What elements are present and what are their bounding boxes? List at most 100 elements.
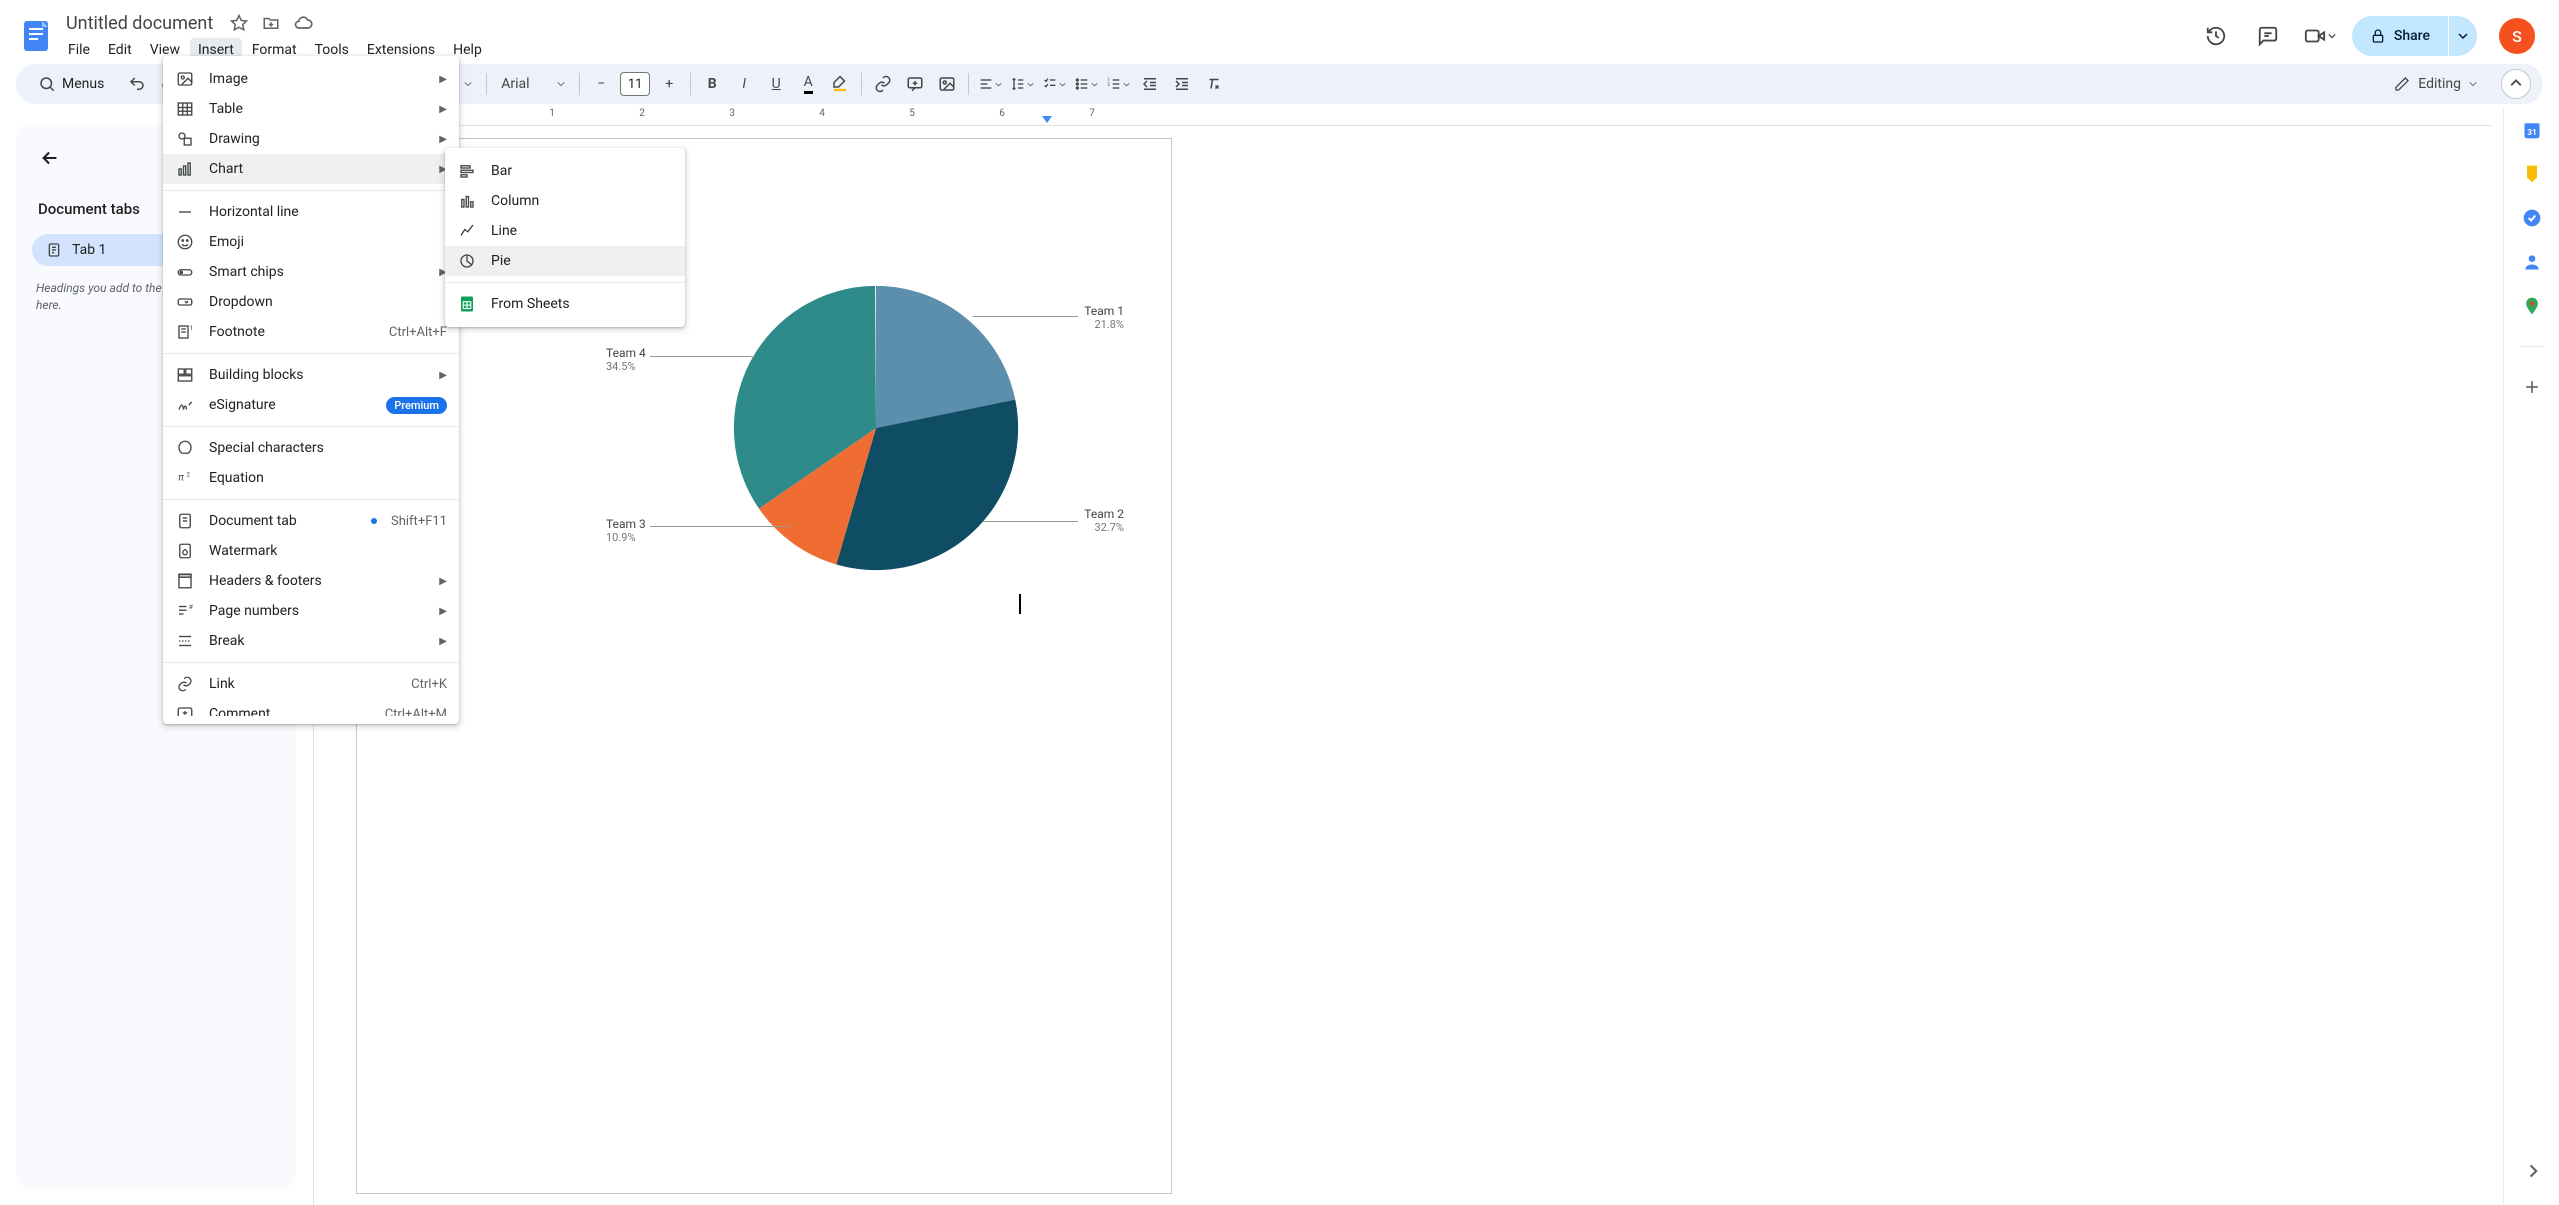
submenu-arrow-icon: ▶ bbox=[439, 74, 447, 85]
comment-icon bbox=[175, 704, 195, 716]
decrease-fontsize-icon[interactable]: − bbox=[586, 69, 616, 99]
insert-item-page-numbers[interactable]: #Page numbers▶ bbox=[163, 596, 459, 626]
insert-item-smart-chips[interactable]: Smart chips▶ bbox=[163, 257, 459, 287]
font-selector[interactable]: Arial bbox=[493, 76, 573, 92]
toolbar-search-label: Menus bbox=[62, 76, 104, 92]
italic-icon[interactable]: I bbox=[729, 69, 759, 99]
insert-item-break[interactable]: Break▶ bbox=[163, 626, 459, 656]
increase-fontsize-icon[interactable]: + bbox=[654, 69, 684, 99]
insert-image-icon[interactable] bbox=[932, 69, 962, 99]
insert-item-document-tab[interactable]: Document tabShift+F11 bbox=[163, 506, 459, 536]
calendar-icon[interactable]: 31 bbox=[2522, 120, 2542, 140]
meet-icon[interactable] bbox=[2300, 16, 2340, 56]
insert-item-watermark[interactable]: Watermark bbox=[163, 536, 459, 566]
insert-item-emoji[interactable]: Emoji bbox=[163, 227, 459, 257]
clear-format-icon[interactable] bbox=[1199, 69, 1229, 99]
bar-icon bbox=[457, 161, 477, 181]
numbered-list-icon[interactable]: 12 bbox=[1103, 69, 1133, 99]
bold-icon[interactable]: B bbox=[697, 69, 727, 99]
insert-item-drawing[interactable]: Drawing▶ bbox=[163, 124, 459, 154]
pie-icon bbox=[457, 251, 477, 271]
move-icon[interactable] bbox=[259, 11, 283, 35]
esig-icon bbox=[175, 395, 195, 415]
align-icon[interactable] bbox=[975, 69, 1005, 99]
pagenum-icon: # bbox=[175, 601, 195, 621]
checklist-icon[interactable] bbox=[1039, 69, 1069, 99]
tasks-icon[interactable] bbox=[2522, 208, 2542, 228]
back-icon[interactable] bbox=[32, 140, 68, 176]
chart-item-pie[interactable]: Pie bbox=[445, 246, 685, 276]
editing-mode-button[interactable]: Editing bbox=[2380, 69, 2491, 99]
insert-item-footnote[interactable]: 1FootnoteCtrl+Alt+F bbox=[163, 317, 459, 347]
keep-icon[interactable] bbox=[2522, 164, 2542, 184]
chips-icon bbox=[175, 262, 195, 282]
insert-item-dropdown[interactable]: Dropdown bbox=[163, 287, 459, 317]
line-spacing-icon[interactable] bbox=[1007, 69, 1037, 99]
share-caret[interactable] bbox=[2449, 16, 2477, 56]
chart-item-line[interactable]: Line bbox=[445, 216, 685, 246]
add-icon[interactable] bbox=[2522, 377, 2542, 397]
collapse-toolbar-icon[interactable] bbox=[2501, 69, 2531, 99]
insert-item-chart[interactable]: Chart▶ bbox=[163, 154, 459, 184]
indent-decrease-icon[interactable] bbox=[1135, 69, 1165, 99]
pie-chart-icon bbox=[731, 283, 1021, 573]
insert-item-headers-footers[interactable]: Headers & footers▶ bbox=[163, 566, 459, 596]
pie-label-team4: Team 434.5% bbox=[606, 346, 646, 373]
insert-item-special-characters[interactable]: Special characters bbox=[163, 433, 459, 463]
fontsize-input[interactable]: 11 bbox=[620, 72, 650, 96]
star-icon[interactable] bbox=[227, 11, 251, 35]
horizontal-ruler[interactable]: 1 2 3 4 5 6 7 bbox=[320, 108, 2491, 126]
collapse-side-panel-icon[interactable] bbox=[2516, 1155, 2548, 1187]
special-icon bbox=[175, 438, 195, 458]
blocks-icon bbox=[175, 365, 195, 385]
indent-increase-icon[interactable] bbox=[1167, 69, 1197, 99]
insert-item-building-blocks[interactable]: Building blocks▶ bbox=[163, 360, 459, 390]
document-title[interactable]: Untitled document bbox=[60, 11, 219, 36]
chart-item-from-sheets[interactable]: From Sheets bbox=[445, 289, 685, 319]
submenu-arrow-icon: ▶ bbox=[439, 134, 447, 145]
insert-item-esignature[interactable]: eSignaturePremium bbox=[163, 390, 459, 420]
underline-icon[interactable]: U bbox=[761, 69, 791, 99]
account-avatar[interactable]: S bbox=[2499, 18, 2535, 54]
comments-icon[interactable] bbox=[2248, 16, 2288, 56]
highlight-icon[interactable] bbox=[825, 69, 855, 99]
image-icon bbox=[175, 69, 195, 89]
chart-item-bar[interactable]: Bar bbox=[445, 156, 685, 186]
insert-item-equation[interactable]: π2Equation bbox=[163, 463, 459, 493]
menu-file[interactable]: File bbox=[60, 38, 98, 62]
docs-logo[interactable] bbox=[16, 16, 56, 56]
menu-edit[interactable]: Edit bbox=[100, 38, 140, 62]
cloud-status-icon[interactable] bbox=[291, 11, 315, 35]
chart-preview: Team 121.8% Team 232.7% Team 310.9% Team… bbox=[586, 278, 1146, 608]
text-color-icon[interactable]: A bbox=[793, 69, 823, 99]
dropdown-icon bbox=[175, 292, 195, 312]
svg-text:2: 2 bbox=[187, 472, 191, 479]
maps-icon[interactable] bbox=[2522, 296, 2542, 316]
footnote-icon: 1 bbox=[175, 322, 195, 342]
break-icon bbox=[175, 631, 195, 651]
share-button[interactable]: Share bbox=[2352, 16, 2448, 56]
insert-item-table[interactable]: Table▶ bbox=[163, 94, 459, 124]
side-panel: 31 bbox=[2503, 108, 2559, 1205]
column-icon bbox=[457, 191, 477, 211]
new-indicator-dot bbox=[371, 518, 377, 524]
undo-icon[interactable] bbox=[122, 69, 152, 99]
submenu-arrow-icon: ▶ bbox=[439, 104, 447, 115]
contacts-icon[interactable] bbox=[2522, 252, 2542, 272]
emoji-icon bbox=[175, 232, 195, 252]
pie-label-team1: Team 121.8% bbox=[1084, 304, 1124, 331]
add-comment-icon[interactable] bbox=[900, 69, 930, 99]
equation-icon: π2 bbox=[175, 468, 195, 488]
svg-text:#: # bbox=[189, 603, 194, 611]
insert-link-icon[interactable] bbox=[868, 69, 898, 99]
insert-item-image[interactable]: Image▶ bbox=[163, 64, 459, 94]
bulleted-list-icon[interactable] bbox=[1071, 69, 1101, 99]
svg-text:31: 31 bbox=[2527, 128, 2537, 138]
insert-item-comment[interactable]: CommentCtrl+Alt+M bbox=[163, 699, 459, 716]
insert-item-horizontal-line[interactable]: Horizontal line bbox=[163, 197, 459, 227]
insert-item-link[interactable]: LinkCtrl+K bbox=[163, 669, 459, 699]
chart-item-column[interactable]: Column bbox=[445, 186, 685, 216]
toolbar-search[interactable]: Menus bbox=[28, 71, 114, 97]
pie-label-team3: Team 310.9% bbox=[606, 517, 646, 544]
history-icon[interactable] bbox=[2196, 16, 2236, 56]
